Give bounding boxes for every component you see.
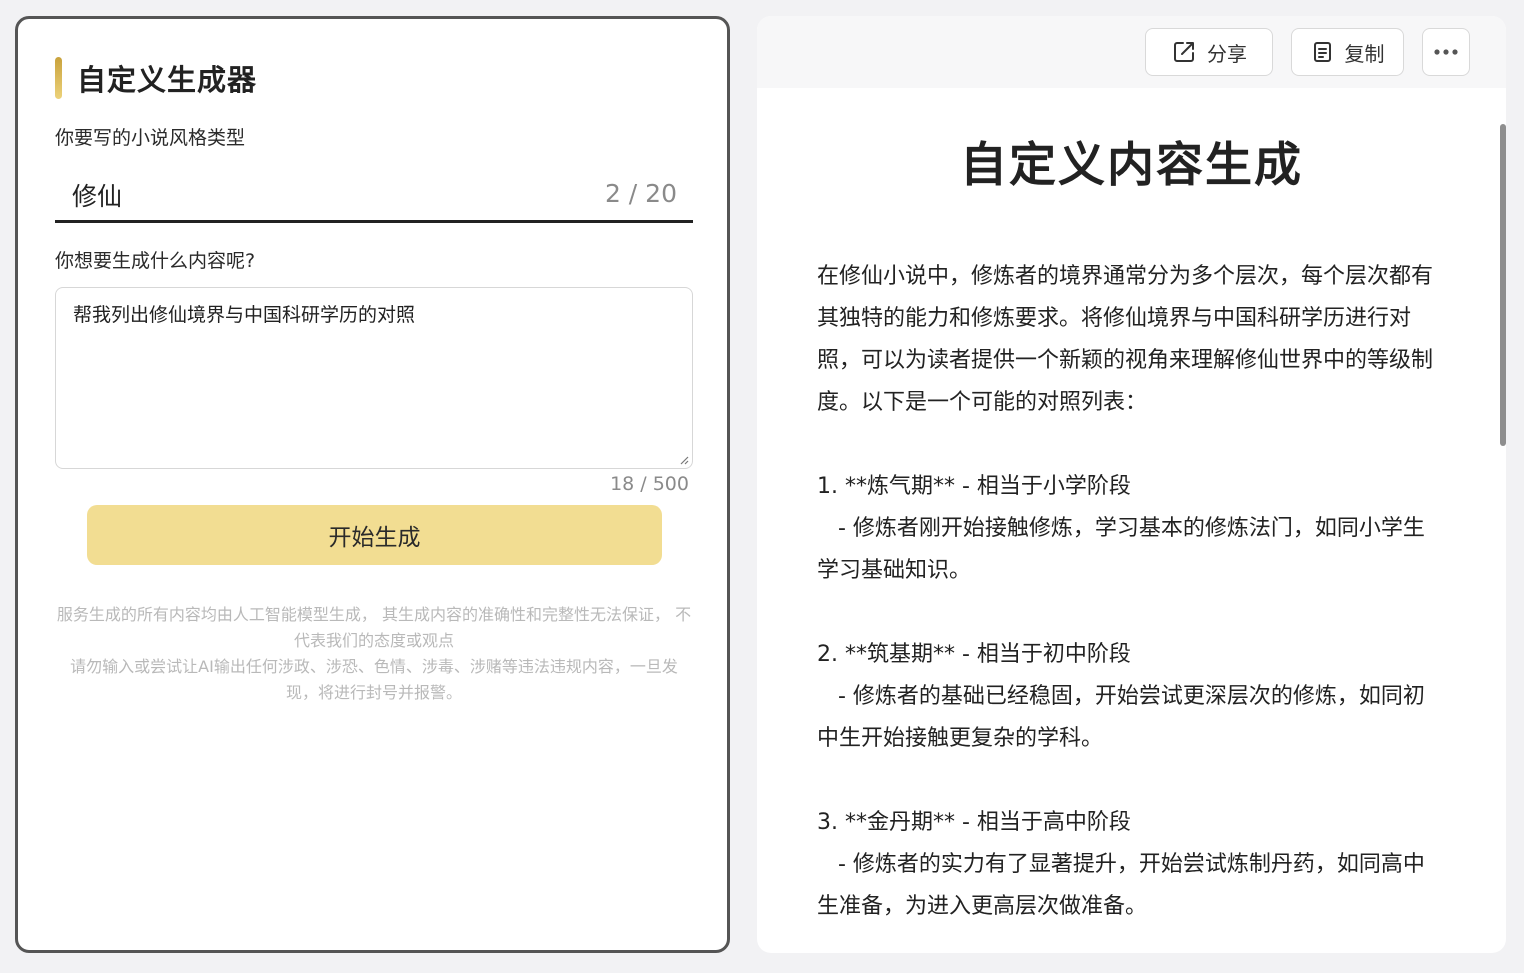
- more-button[interactable]: [1422, 28, 1470, 76]
- style-input[interactable]: [72, 175, 552, 215]
- style-char-count: 2 / 20: [604, 179, 677, 208]
- more-icon: [1434, 49, 1458, 55]
- style-label: 你要写的小说风格类型: [55, 127, 246, 149]
- form-title: 自定义生成器: [77, 63, 258, 97]
- document-title: 自定义内容生成: [960, 138, 1303, 193]
- disclaimer: 服务生成的所有内容均由人工智能模型生成， 其生成内容的准确性和完整性无法保证， …: [55, 602, 693, 706]
- content-label: 你想要生成什么内容呢?: [55, 250, 256, 272]
- resize-handle-icon[interactable]: [679, 455, 689, 465]
- generator-form-panel: 自定义生成器 你要写的小说风格类型 2 / 20 你想要生成什么内容呢? 帮我列…: [15, 16, 730, 953]
- generate-button[interactable]: 开始生成: [87, 505, 662, 565]
- result-toolbar: 分享 复制: [757, 16, 1506, 88]
- title-accent-bar: [55, 57, 62, 99]
- copy-label: 复制: [1344, 41, 1385, 66]
- disclaimer-line-2: 请勿输入或尝试让AI输出任何涉政、涉恐、色情、涉毒、涉赌等违法违规内容，一旦发现…: [70, 657, 678, 702]
- disclaimer-line-1: 服务生成的所有内容均由人工智能模型生成， 其生成内容的准确性和完整性无法保证， …: [56, 605, 692, 650]
- content-textarea-value: 帮我列出修仙境界与中国科研学历的对照: [73, 304, 416, 326]
- result-panel: 分享 复制 自定义内容生成 在修仙小说中，修炼者的境界通常分为多个层次，每个层次…: [757, 16, 1506, 953]
- content-textarea[interactable]: 帮我列出修仙境界与中国科研学历的对照: [55, 287, 693, 469]
- document-body: 在修仙小说中，修炼者的境界通常分为多个层次，每个层次都有其独特的能力和修炼要求。…: [817, 264, 1434, 919]
- copy-button[interactable]: 复制: [1291, 28, 1404, 76]
- share-icon: [1174, 42, 1194, 62]
- style-input-wrapper: 2 / 20: [55, 171, 693, 223]
- copy-icon: [1313, 42, 1331, 62]
- form-title-row: 自定义生成器: [55, 57, 257, 99]
- document-scrollbar[interactable]: [1500, 124, 1506, 446]
- content-char-count: 18 / 500: [610, 473, 689, 495]
- share-label: 分享: [1207, 41, 1247, 66]
- share-button[interactable]: 分享: [1145, 28, 1273, 76]
